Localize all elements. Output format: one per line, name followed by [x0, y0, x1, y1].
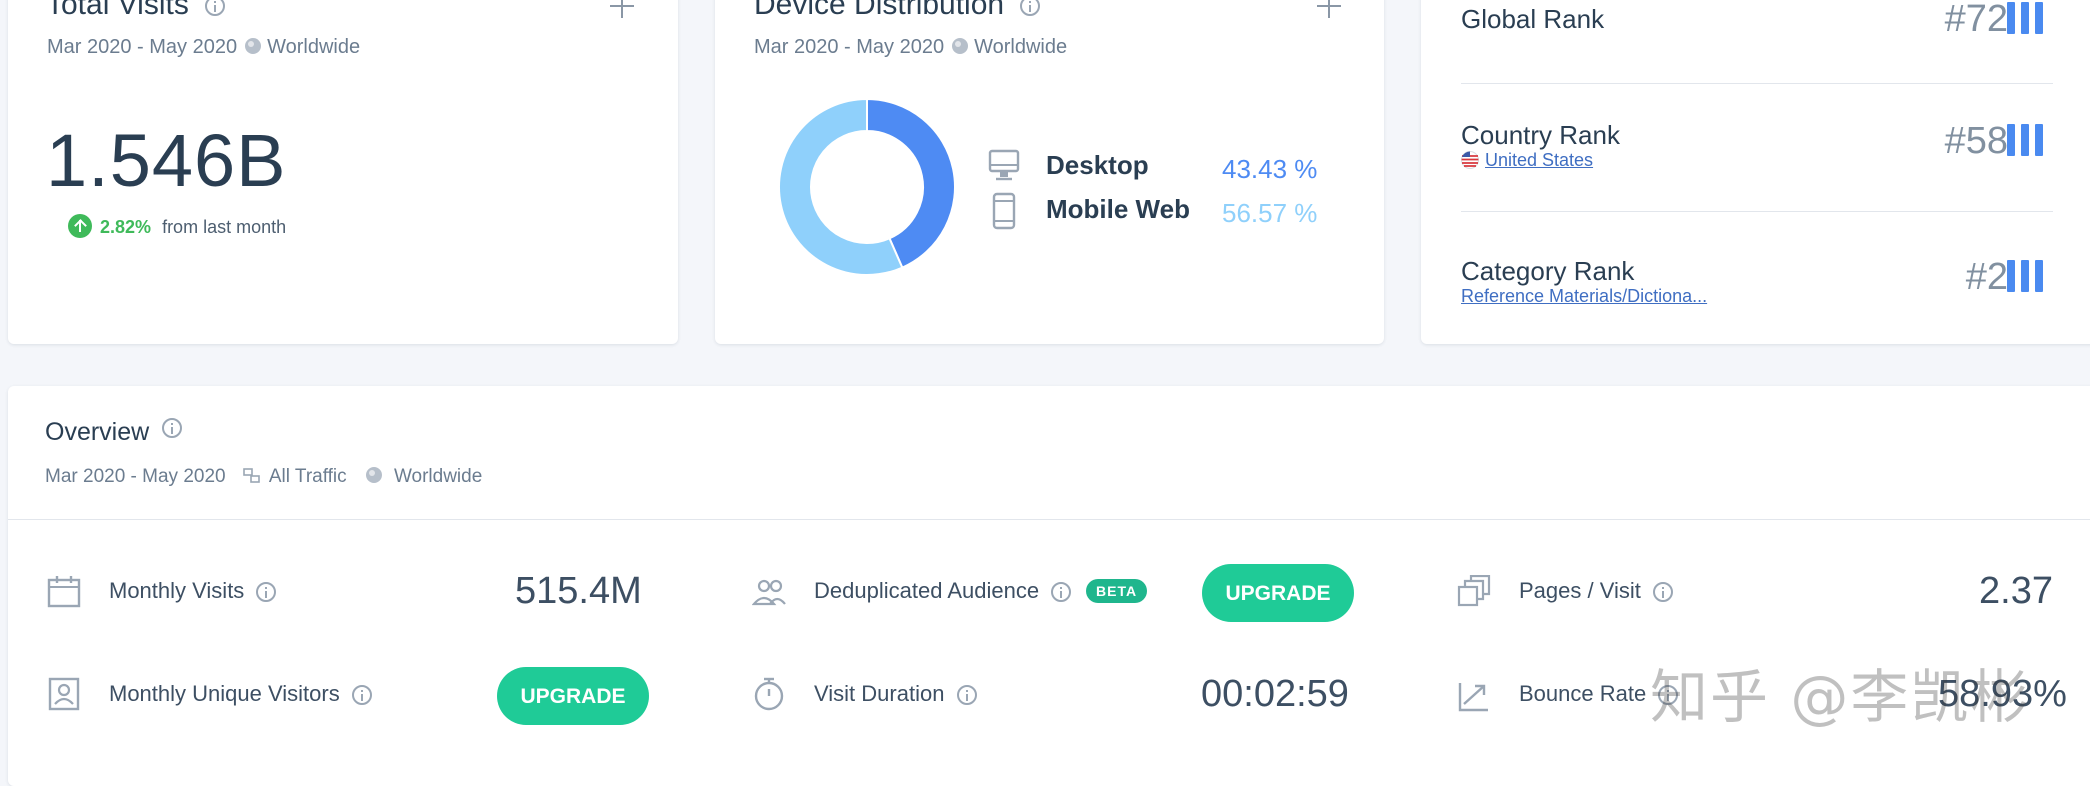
device-distribution-title-text: Device Distribution: [754, 0, 1005, 21]
info-icon[interactable]: [956, 685, 977, 706]
rank-bars-icon: [2007, 260, 2045, 292]
total-visits-value: 1.546B: [46, 119, 287, 202]
date-range: Mar 2020 - May 2020: [754, 36, 945, 58]
monthly-visits-label: Monthly Visits: [109, 578, 277, 604]
change-suffix: from last month: [162, 217, 287, 237]
total-visits-title-text: Total Visits: [46, 0, 189, 21]
device-distribution-title: Device Distribution: [754, 0, 1041, 22]
pages-visit-label-text: Pages / Visit: [1519, 578, 1641, 603]
stopwatch-icon: [754, 677, 784, 711]
overview-subtitle: Mar 2020 - May 2020 All Traffic Worldwid…: [45, 466, 482, 488]
category-rank-label: Category Rank: [1461, 256, 1635, 286]
info-icon[interactable]: [351, 685, 372, 706]
date-range: Mar 2020 - May 2020: [45, 466, 226, 487]
info-icon[interactable]: [1051, 582, 1072, 603]
device-distribution-card: Device Distribution Mar 2020 - May 2020 W…: [715, 0, 1384, 344]
ranks-card: Global Rank #72 Country Rank United Stat…: [1421, 0, 2090, 344]
total-visits-title: Total Visits: [46, 0, 226, 22]
category-link[interactable]: Reference Materials/Dictiona...: [1461, 286, 1707, 307]
region: Worldwide: [974, 36, 1068, 58]
add-icon[interactable]: [610, 0, 634, 18]
country-rank-label: Country Rank: [1461, 120, 1620, 150]
overview-title: Overview: [45, 418, 183, 447]
pages-visit-label: Pages / Visit: [1519, 578, 1674, 604]
desktop-value: 43.43 %: [1222, 154, 1318, 184]
watermark: 知乎 @李凯彬: [1650, 663, 2031, 731]
region: Worldwide: [267, 36, 361, 58]
mobile-web-label: Mobile Web: [1046, 194, 1190, 224]
traffic-type: All Traffic: [268, 466, 347, 487]
arrow-up-icon: [68, 214, 92, 238]
divider: [1461, 83, 2053, 84]
calendar-icon: [47, 576, 81, 608]
rank-bars-icon: [2007, 2, 2045, 34]
unique-visitors-label: Monthly Unique Visitors: [109, 681, 372, 707]
dedup-audience-label: Deduplicated Audience: [814, 578, 1072, 604]
mobile-web-value: 56.57 %: [1222, 198, 1318, 228]
visitor-icon: [48, 677, 80, 711]
global-rank-value: #72: [1944, 0, 2008, 40]
global-rank-label: Global Rank: [1461, 4, 1605, 34]
visit-duration-label-text: Visit Duration: [814, 681, 945, 706]
monthly-visits-value: 515.4M: [515, 570, 642, 612]
globe-icon: [952, 38, 969, 54]
bounce-icon: [1458, 683, 1488, 712]
beta-badge: BETA: [1086, 579, 1148, 603]
pages-visit-value: 2.37: [1979, 570, 2053, 612]
date-range: Mar 2020 - May 2020: [47, 36, 238, 58]
add-icon[interactable]: [1317, 0, 1341, 18]
dedup-audience-label-text: Deduplicated Audience: [814, 578, 1040, 603]
visit-duration-value: 00:02:59: [1201, 673, 1349, 715]
upgrade-button[interactable]: UPGRADE: [497, 667, 649, 725]
total-visits-subtitle: Mar 2020 - May 2020 Worldwide: [47, 36, 360, 59]
bounce-rate-label-text: Bounce Rate: [1519, 681, 1647, 706]
country-rank-value: #58: [1944, 120, 2008, 162]
globe-icon: [365, 467, 382, 483]
desktop-icon: [988, 149, 1020, 181]
visit-duration-label: Visit Duration: [814, 681, 977, 707]
change-value: 2.82%: [100, 217, 152, 237]
traffic-icon: [243, 468, 260, 483]
pages-icon: [1457, 575, 1491, 607]
total-visits-card: Total Visits Mar 2020 - May 2020 Worldwid…: [8, 0, 678, 344]
us-flag-icon: [1461, 151, 1479, 169]
divider: [8, 519, 2090, 520]
country-link[interactable]: United States: [1485, 150, 1593, 171]
info-icon[interactable]: [1653, 582, 1674, 603]
rank-bars-icon: [2007, 124, 2045, 156]
audience-icon: [752, 579, 786, 606]
device-donut-chart: [778, 97, 956, 276]
info-icon[interactable]: [162, 418, 183, 438]
info-icon[interactable]: [1020, 0, 1041, 17]
unique-visitors-label-text: Monthly Unique Visitors: [109, 681, 340, 706]
device-distribution-subtitle: Mar 2020 - May 2020 Worldwide: [754, 36, 1067, 59]
overview-title-text: Overview: [45, 418, 150, 446]
divider: [1461, 211, 2053, 212]
mobile-icon: [992, 192, 1016, 230]
upgrade-button[interactable]: UPGRADE: [1202, 564, 1354, 622]
change-row: 2.82% from last month: [100, 217, 286, 238]
region: Worldwide: [393, 466, 483, 487]
desktop-label: Desktop: [1046, 150, 1149, 180]
info-icon[interactable]: [256, 582, 277, 603]
info-icon[interactable]: [205, 0, 226, 17]
monthly-visits-label-text: Monthly Visits: [109, 578, 245, 603]
category-rank-value: #2: [1965, 256, 2008, 298]
globe-icon: [245, 38, 262, 54]
